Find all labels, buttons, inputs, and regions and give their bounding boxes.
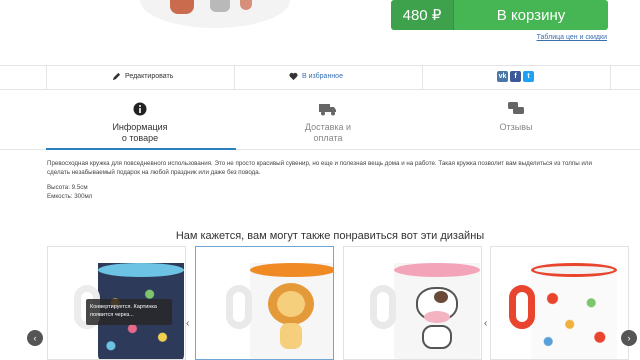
pencil-icon xyxy=(112,72,121,81)
card-chevron-right-icon[interactable]: ‹ xyxy=(186,318,194,330)
carousel-prev-button[interactable]: ‹ xyxy=(27,330,43,346)
product-tabs: Информация о товаре Доставка и оплата От… xyxy=(46,90,610,150)
tab-delivery-label: Доставка и оплата xyxy=(304,122,352,143)
divider xyxy=(422,66,423,90)
favorite-label: В избранное xyxy=(302,73,343,80)
divider xyxy=(46,66,47,90)
converting-tooltip: Конвертируется. Картинка появится через.… xyxy=(86,299,172,325)
twitter-icon[interactable]: t xyxy=(523,71,534,82)
product-art xyxy=(210,0,230,12)
active-tab-indicator xyxy=(46,148,236,150)
tab-info[interactable]: Информация о товаре xyxy=(46,90,234,150)
spec-volume: Емкость: 300мл xyxy=(47,192,93,200)
product-image xyxy=(140,0,290,28)
product-card[interactable] xyxy=(490,246,629,360)
chat-icon xyxy=(508,102,524,114)
buy-widget: 480 ₽ В корзину xyxy=(391,0,608,30)
recommended-title: Нам кажется, вам могут также понравиться… xyxy=(175,230,485,242)
edit-label: Редактировать xyxy=(125,73,174,80)
product-specs: Высота: 9.5см Емкость: 300мл xyxy=(47,184,92,201)
product-actions-bar: Редактировать В избранное vk f t xyxy=(0,65,640,90)
tab-delivery[interactable]: Доставка и оплата xyxy=(234,90,422,150)
mug-image xyxy=(370,263,480,359)
divider xyxy=(610,66,611,90)
price-label: 480 ₽ xyxy=(391,0,453,30)
info-icon xyxy=(133,102,147,116)
product-description: Превосходная кружка для повседневного ис… xyxy=(47,160,592,176)
social-share: vk f t xyxy=(497,71,534,82)
add-to-cart-button[interactable]: В корзину xyxy=(453,0,608,30)
heart-icon xyxy=(289,72,298,81)
product-card[interactable]: Конвертируется. Картинка появится через.… xyxy=(47,246,186,360)
price-table-link[interactable]: Таблица цен и скидки xyxy=(537,34,607,41)
mug-image xyxy=(509,263,617,359)
tab-reviews[interactable]: Отзывы xyxy=(422,90,610,150)
edit-button[interactable]: Редактировать xyxy=(112,72,173,81)
spec-height: Высота: 9.5см xyxy=(47,184,88,191)
facebook-icon[interactable]: f xyxy=(510,71,521,82)
mug-image xyxy=(226,263,333,359)
tab-reviews-label: Отзывы xyxy=(499,122,533,132)
product-card[interactable] xyxy=(343,246,482,360)
carousel-next-button[interactable]: › xyxy=(621,330,637,346)
product-card[interactable] xyxy=(195,246,334,360)
product-art xyxy=(240,0,252,10)
favorite-button[interactable]: В избранное xyxy=(289,72,343,81)
divider xyxy=(234,66,235,90)
truck-icon xyxy=(319,104,336,116)
vk-icon[interactable]: vk xyxy=(497,71,508,82)
product-art xyxy=(170,0,194,14)
card-chevron-right-icon[interactable]: ‹ xyxy=(484,318,492,330)
tab-info-label: Информация о товаре xyxy=(112,122,168,143)
